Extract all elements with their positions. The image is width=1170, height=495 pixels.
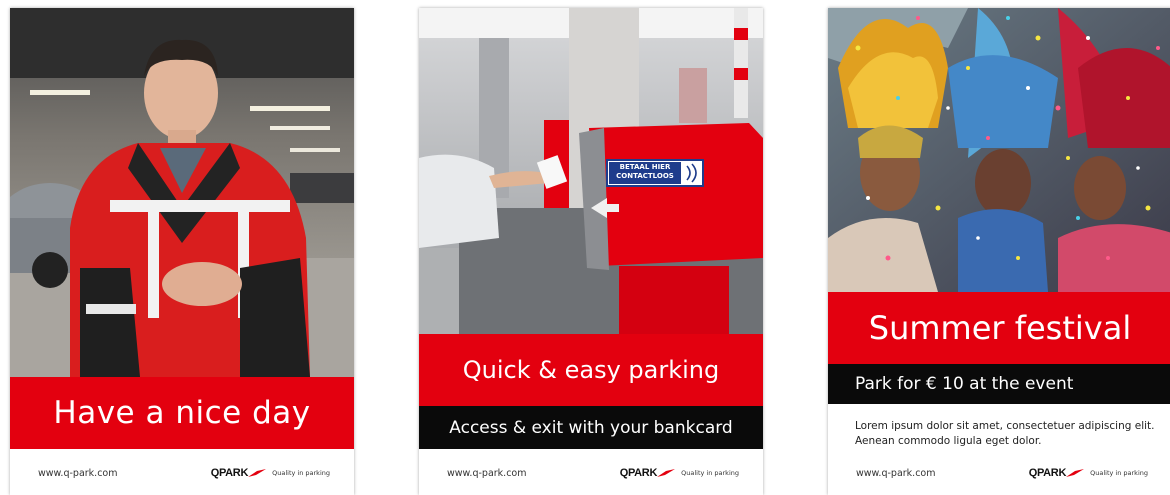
headline-banner: Have a nice day <box>10 377 354 449</box>
website-url: www.q-park.com <box>38 467 118 479</box>
poster-footer: www.q-park.com QPARK Quality in parking <box>828 458 1170 488</box>
tagline: Quality in parking <box>681 469 739 477</box>
brand-lockup: QPARK Quality in parking <box>1029 467 1148 479</box>
subline-banner: Access & exit with your bankcard <box>419 406 763 449</box>
poster-footer: www.q-park.com QPARK Quality in parking <box>419 458 763 488</box>
brand-lockup: QPARK Quality in parking <box>620 467 739 479</box>
headline-banner: Quick & easy parking <box>419 334 763 406</box>
website-url: www.q-park.com <box>447 467 527 479</box>
body-text: Lorem ipsum dolor sit amet, consectetuer… <box>855 420 1155 447</box>
subline-banner: Park for € 10 at the event <box>828 364 1170 404</box>
tagline: Quality in parking <box>1090 469 1148 477</box>
machine-label: BETAAL HIER CONTACTLOOS <box>616 163 674 180</box>
tagline: Quality in parking <box>272 469 330 477</box>
poster-quick-easy-parking: BETAAL HIER CONTACTLOOS Quick & easy par… <box>419 8 763 495</box>
photo-carnival-dancers <box>828 8 1170 292</box>
headline-banner: Summer festival <box>828 292 1170 364</box>
website-url: www.q-park.com <box>856 467 936 479</box>
poster-summer-festival: Summer festival Park for € 10 at the eve… <box>828 8 1170 495</box>
photo-payment-terminal: BETAAL HIER CONTACTLOOS <box>419 8 763 377</box>
q-park-logo-icon: QPARK <box>211 467 267 479</box>
brand-lockup: QPARK Quality in parking <box>211 467 330 479</box>
poster-footer: www.q-park.com QPARK Quality in parking <box>10 458 354 488</box>
photo-parking-attendant <box>10 8 354 377</box>
q-park-logo-icon: QPARK <box>1029 467 1085 479</box>
poster-have-a-nice-day: Have a nice day www.q-park.com QPARK Qua… <box>10 8 354 495</box>
q-park-logo-icon: QPARK <box>620 467 676 479</box>
